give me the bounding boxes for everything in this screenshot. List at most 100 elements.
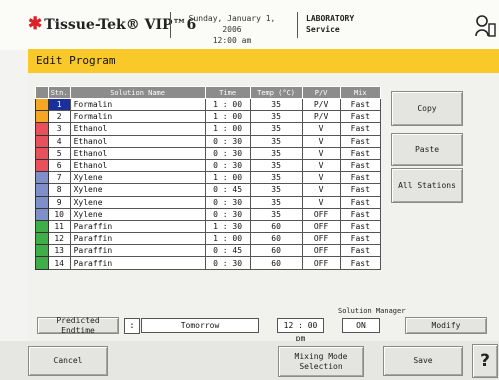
help-button[interactable]: ? [472, 344, 498, 378]
temp-cell[interactable]: 60 [249, 256, 303, 270]
mix-cell[interactable]: Fast [339, 219, 382, 234]
pv-cell[interactable]: V [301, 134, 341, 148]
time-cell[interactable]: 0 : 45 [204, 183, 251, 197]
time-cell[interactable]: 1 : 00 [204, 171, 251, 185]
mix-cell[interactable]: Fast [339, 97, 382, 112]
station-number-cell[interactable]: 14 [47, 256, 71, 270]
pv-cell[interactable]: P/V [301, 110, 341, 124]
table-row[interactable]: 11 Paraffin 1 : 30 60 OFF Fast [35, 219, 382, 234]
station-number-cell[interactable]: 7 [47, 171, 71, 185]
station-number-cell[interactable]: 12 [47, 232, 71, 246]
solution-name-cell[interactable]: Xylene [69, 207, 206, 221]
temp-cell[interactable]: 35 [249, 207, 303, 221]
station-number-cell[interactable]: 13 [47, 244, 71, 258]
pv-cell[interactable]: V [301, 183, 341, 197]
time-cell[interactable]: 0 : 30 [204, 146, 251, 160]
save-button[interactable]: Save [383, 346, 463, 376]
mix-cell[interactable]: Fast [339, 134, 382, 148]
temp-cell[interactable]: 35 [249, 195, 303, 209]
pv-cell[interactable]: V [301, 122, 341, 136]
solution-name-cell[interactable]: Ethanol [69, 158, 206, 173]
mix-cell[interactable]: Fast [339, 244, 382, 258]
mixing-mode-selection-button[interactable]: Mixing Mode Selection [278, 346, 364, 377]
station-number-cell[interactable]: 1 [47, 97, 71, 112]
mix-cell[interactable]: Fast [339, 256, 382, 270]
pv-cell[interactable]: V [301, 158, 341, 173]
solution-name-cell[interactable]: Ethanol [69, 134, 206, 148]
mix-cell[interactable]: Fast [339, 146, 382, 160]
mix-cell[interactable]: Fast [339, 122, 382, 136]
predicted-endtime-button[interactable]: Predicted Endtime [37, 316, 119, 335]
pv-cell[interactable]: OFF [301, 207, 341, 221]
temp-cell[interactable]: 35 [249, 158, 303, 173]
pv-cell[interactable]: OFF [301, 244, 341, 258]
table-row[interactable]: 5 Ethanol 0 : 30 35 V Fast [35, 146, 382, 160]
temp-cell[interactable]: 60 [249, 244, 303, 258]
time-cell[interactable]: 0 : 30 [204, 134, 251, 148]
time-cell[interactable]: 1 : 00 [204, 122, 251, 136]
table-row[interactable]: 14 Paraffin 0 : 30 60 OFF Fast [35, 256, 382, 270]
station-number-cell[interactable]: 10 [47, 207, 71, 221]
pv-cell[interactable]: P/V [301, 97, 341, 112]
mix-cell[interactable]: Fast [339, 171, 382, 185]
table-row[interactable]: 7 Xylene 1 : 00 35 V Fast [35, 171, 382, 185]
station-number-cell[interactable]: 2 [47, 110, 71, 124]
mix-cell[interactable]: Fast [339, 158, 382, 173]
time-cell[interactable]: 0 : 30 [204, 207, 251, 221]
endtime-time-field[interactable]: 12 : 00 pm [277, 318, 324, 343]
modify-button[interactable]: Modify [405, 317, 487, 334]
solution-name-cell[interactable]: Paraffin [69, 219, 206, 234]
temp-cell[interactable]: 35 [249, 97, 303, 112]
table-row[interactable]: 13 Paraffin 0 : 45 60 OFF Fast [35, 244, 382, 258]
table-row[interactable]: 10 Xylene 0 : 30 35 OFF Fast [35, 207, 382, 221]
pv-cell[interactable]: V [301, 146, 341, 160]
solution-name-cell[interactable]: Ethanol [69, 146, 206, 160]
temp-cell[interactable]: 35 [249, 171, 303, 185]
station-number-cell[interactable]: 11 [47, 219, 71, 234]
time-cell[interactable]: 1 : 00 [204, 110, 251, 124]
solution-name-cell[interactable]: Formalin [69, 110, 206, 124]
mix-cell[interactable]: Fast [339, 207, 382, 221]
station-number-cell[interactable]: 4 [47, 134, 71, 148]
pv-cell[interactable]: OFF [301, 232, 341, 246]
temp-cell[interactable]: 60 [249, 232, 303, 246]
temp-cell[interactable]: 35 [249, 134, 303, 148]
table-row[interactable]: 1 Formalin 1 : 00 35 P/V Fast [35, 97, 382, 112]
time-cell[interactable]: 0 : 30 [204, 195, 251, 209]
time-cell[interactable]: 1 : 00 [204, 232, 251, 246]
solution-name-cell[interactable]: Xylene [69, 171, 206, 185]
solution-name-cell[interactable]: Xylene [69, 195, 206, 209]
pv-cell[interactable]: OFF [301, 219, 341, 234]
table-row[interactable]: 6 Ethanol 0 : 30 35 V Fast [35, 158, 382, 173]
solution-name-cell[interactable]: Paraffin [69, 256, 206, 270]
solution-name-cell[interactable]: Paraffin [69, 244, 206, 258]
copy-button[interactable]: Copy [391, 91, 463, 126]
time-cell[interactable]: 0 : 30 [204, 256, 251, 270]
station-number-cell[interactable]: 5 [47, 146, 71, 160]
mix-cell[interactable]: Fast [339, 183, 382, 197]
station-number-cell[interactable]: 6 [47, 158, 71, 173]
time-cell[interactable]: 0 : 30 [204, 158, 251, 173]
time-cell[interactable]: 0 : 45 [204, 244, 251, 258]
temp-cell[interactable]: 35 [249, 110, 303, 124]
table-row[interactable]: 4 Ethanol 0 : 30 35 V Fast [35, 134, 382, 148]
mix-cell[interactable]: Fast [339, 232, 382, 246]
table-row[interactable]: 3 Ethanol 1 : 00 35 V Fast [35, 122, 382, 136]
pv-cell[interactable]: V [301, 195, 341, 209]
table-row[interactable]: 2 Formalin 1 : 00 35 P/V Fast [35, 110, 382, 124]
solution-name-cell[interactable]: Ethanol [69, 122, 206, 136]
station-number-cell[interactable]: 8 [47, 183, 71, 197]
time-cell[interactable]: 1 : 00 [204, 97, 251, 112]
all-stations-button[interactable]: All Stations [391, 168, 463, 203]
temp-cell[interactable]: 35 [249, 146, 303, 160]
solution-name-cell[interactable]: Xylene [69, 183, 206, 197]
table-row[interactable]: 12 Paraffin 1 : 00 60 OFF Fast [35, 232, 382, 246]
station-number-cell[interactable]: 3 [47, 122, 71, 136]
endtime-day-field[interactable]: Tomorrow [141, 318, 259, 333]
pv-cell[interactable]: V [301, 171, 341, 185]
table-row[interactable]: 9 Xylene 0 : 30 35 V Fast [35, 195, 382, 209]
pv-cell[interactable]: OFF [301, 256, 341, 270]
temp-cell[interactable]: 35 [249, 183, 303, 197]
time-cell[interactable]: 1 : 30 [204, 219, 251, 234]
paste-button[interactable]: Paste [391, 133, 463, 166]
